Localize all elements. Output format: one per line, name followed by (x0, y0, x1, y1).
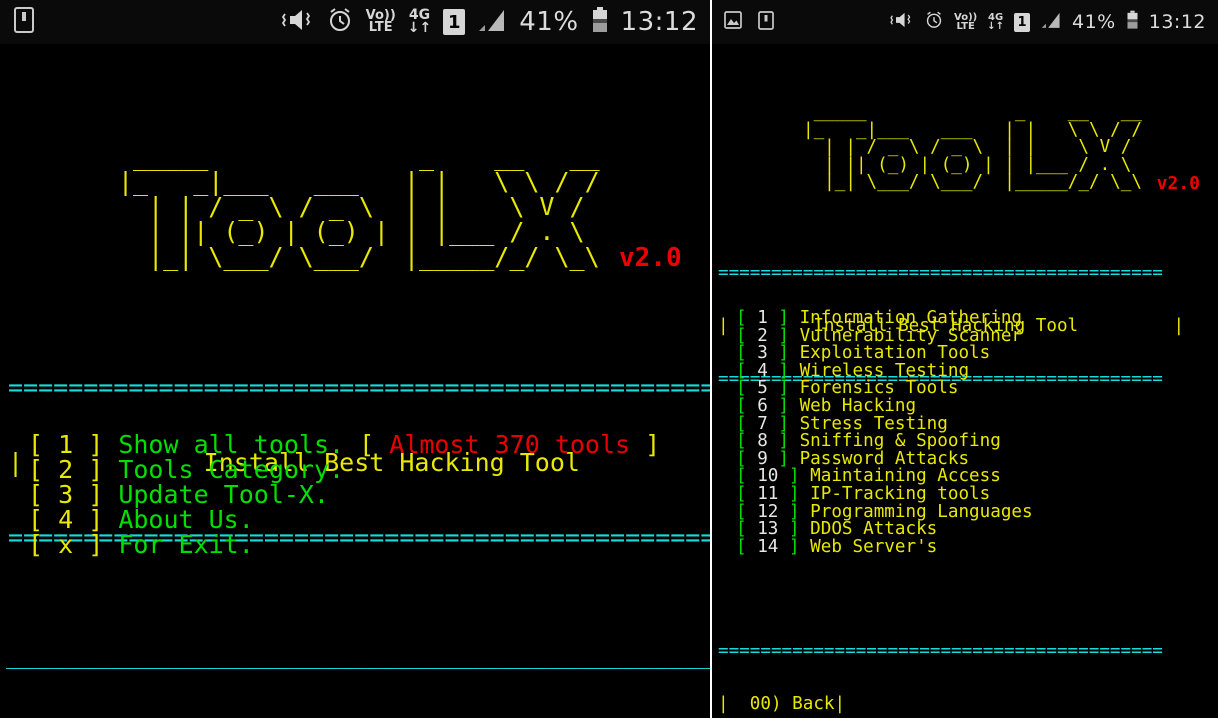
menu-item-key: [ x ] (28, 530, 119, 559)
back-right-pipe: | (834, 693, 846, 714)
volte-bottom: LTE (368, 20, 393, 35)
menu-item-label: Web Server's (810, 536, 938, 557)
menu-item-note-open-bracket: [ (359, 430, 390, 459)
status-bar: Vo)) LTE 4G ↓↑ 1 41% 13:12 (710, 0, 1218, 44)
version-label: v2.0 (1156, 172, 1200, 194)
left-screen-main-menu: Vo)) LTE 4G ↓↑ 1 41% 13:12 _____ _ __ __… (0, 0, 710, 718)
menu-item-key: 14 (757, 536, 779, 557)
clock: 13:12 (1148, 11, 1206, 33)
banner-left-pipe: | (718, 315, 729, 336)
menu-item-open-bracket: [ (736, 536, 758, 557)
menu-item-label: For Exit. (118, 530, 254, 559)
vibrate-mute-icon (888, 10, 914, 34)
volte-icon: Vo)) LTE (366, 8, 396, 35)
right-screen-category-menu: Vo)) LTE 4G ↓↑ 1 41% 13:12 _____ _ __ __… (710, 0, 1218, 718)
footer-block: ________________________________________… (6, 592, 710, 718)
category-menu-list: [ 1 ] Information Gathering[ 2 ] Vulnera… (736, 309, 1033, 557)
screenshot-image-icon (724, 11, 742, 33)
vibrate-mute-icon (280, 6, 314, 38)
network-type-indicator: 4G ↓↑ (407, 8, 432, 36)
ascii-art: _____ _ __ __ |_ _|___ ___ | | \ \ / / |… (803, 102, 1142, 193)
sim-card-icon (14, 7, 34, 37)
signal-bars-icon (477, 6, 507, 38)
volte-bottom: LTE (956, 21, 975, 32)
ascii-art: _____ _ __ __ |_ _|___ ___ | | \ \ / / |… (118, 142, 600, 271)
battery-icon (1126, 10, 1139, 34)
category-menu-item-14[interactable]: [ 14 ] Web Server's (736, 536, 1033, 557)
footer-block: ========================================… (718, 608, 1163, 718)
main-menu-list: [ 1 ] Show all tools. [ Almost 370 tools… (28, 432, 660, 557)
menu-item-close-bracket: ] (778, 536, 811, 557)
menu-item-note-close-bracket: ] (630, 430, 661, 459)
tool-x-ascii-logo: _____ _ __ __ |_ _|___ ___ | | \ \ / / |… (118, 142, 682, 273)
version-label: v2.0 (619, 243, 682, 273)
volte-icon: Vo)) LTE (954, 12, 977, 32)
network-data-arrows: ↓↑ (407, 20, 432, 36)
clock: 13:12 (620, 7, 698, 37)
alarm-clock-icon (326, 6, 354, 38)
banner-right-pipe: | (1173, 315, 1185, 336)
tool-x-ascii-logo: _____ _ __ __ |_ _|___ ___ | | \ \ / / |… (803, 102, 1200, 194)
sim-slot-indicator: 1 (1014, 12, 1030, 32)
battery-percent: 41% (1072, 11, 1116, 33)
network-data-arrows: ↓↑ (987, 21, 1004, 32)
footer-equals-divider-top: ========================================… (718, 641, 1163, 662)
sim-card-icon (758, 10, 774, 34)
alarm-clock-icon (924, 10, 944, 34)
banner-top-divider: ========================================… (718, 263, 1163, 284)
main-menu-item-3[interactable]: [ 3 ] Update Tool-X. (28, 482, 660, 507)
back-option-label[interactable]: 00) Back (729, 694, 835, 714)
battery-percent: 41% (519, 7, 579, 37)
battery-icon (591, 6, 609, 38)
status-bar: Vo)) LTE 4G ↓↑ 1 41% 13:12 (0, 0, 710, 44)
footer-underscore-divider: ________________________________________… (6, 640, 710, 669)
banner-top-divider: ========================================… (8, 373, 710, 402)
dual-screenshot-container: Vo)) LTE 4G ↓↑ 1 41% 13:12 _____ _ __ __… (0, 0, 1218, 718)
sim-slot-indicator: 1 (443, 9, 466, 35)
banner-left-pipe: | (8, 448, 24, 477)
back-left-pipe: | (718, 693, 729, 714)
main-menu-item-4[interactable]: [ 4 ] About Us. (28, 507, 660, 532)
signal-bars-icon (1040, 10, 1062, 34)
network-type-indicator: 4G ↓↑ (987, 12, 1004, 32)
back-option-row[interactable]: | 00) Back| (718, 693, 1163, 714)
menu-item-note: Almost 370 tools (389, 430, 631, 459)
main-menu-item-2[interactable]: [ 2 ] Tools Category. (28, 457, 660, 482)
main-menu-item-1[interactable]: [ 1 ] Show all tools. [ Almost 370 tools… (28, 432, 660, 457)
main-menu-item-x[interactable]: [ x ] For Exit. (28, 532, 660, 557)
